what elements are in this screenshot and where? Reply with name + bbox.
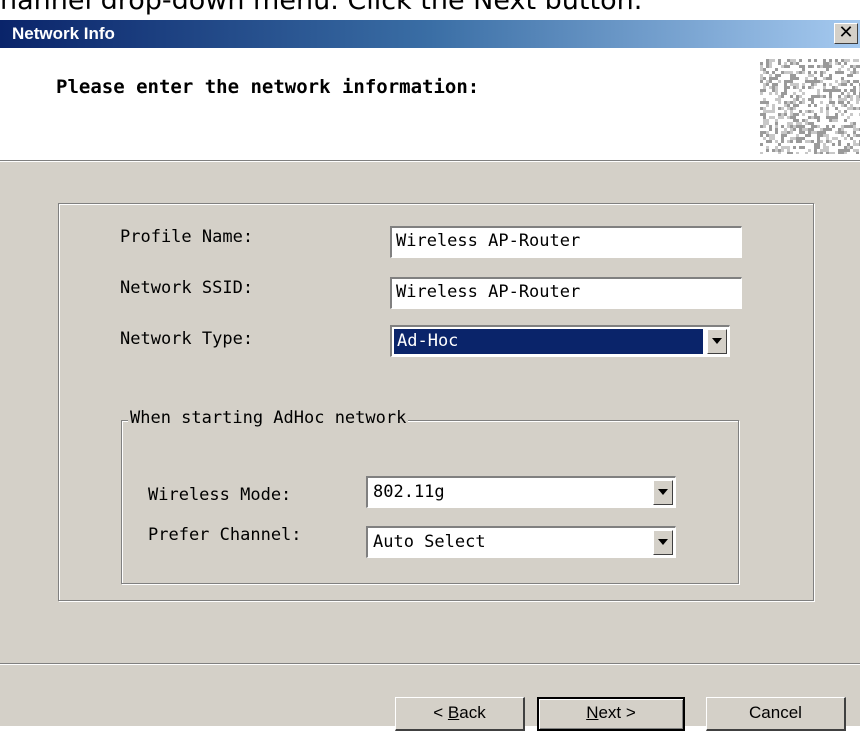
instruction-caption: hannel drop-down menu. Click the Next bu… (0, 0, 643, 16)
header-divider (0, 160, 860, 162)
wireless-mode-dropdown-button[interactable] (653, 480, 673, 505)
wireless-mode-value: 802.11g (373, 482, 445, 502)
network-type-value: Ad-Hoc (394, 329, 703, 354)
dialog-header: Please enter the network information: (0, 48, 860, 160)
header-instruction: Please enter the network information: (56, 76, 480, 98)
network-type-select[interactable]: Ad-Hoc (390, 325, 730, 357)
close-button[interactable]: ✕ (834, 23, 858, 44)
profile-name-input[interactable]: Wireless AP-Router (390, 226, 742, 258)
back-button-mnemonic: B (447, 703, 460, 722)
title-bar[interactable]: Network Info ✕ (0, 20, 860, 48)
prefer-channel-dropdown-button[interactable] (653, 530, 673, 555)
wireless-mode-select[interactable]: 802.11g (366, 476, 676, 508)
chevron-down-icon (712, 338, 722, 344)
close-icon: ✕ (838, 22, 854, 43)
next-button-mnemonic: N (586, 703, 599, 722)
footer-divider (0, 663, 860, 665)
network-type-label: Network Type: (120, 329, 254, 349)
chevron-down-icon (658, 539, 668, 545)
prefer-channel-value: Auto Select (373, 532, 486, 552)
wireless-mode-label: Wireless Mode: (148, 485, 292, 505)
back-button-label: ack (459, 703, 486, 722)
chevron-down-icon (658, 489, 668, 495)
prefer-channel-select[interactable]: Auto Select (366, 526, 676, 558)
network-ssid-input[interactable]: Wireless AP-Router (390, 277, 742, 309)
profile-name-label: Profile Name: (120, 227, 254, 247)
back-button-prefix: < (433, 703, 448, 722)
network-info-dialog: Network Info ✕ Please enter the network … (0, 20, 860, 731)
next-button-label: ext > (598, 703, 636, 722)
network-ssid-label: Network SSID: (120, 278, 254, 298)
prefer-channel-label: Prefer Channel: (148, 525, 302, 545)
network-type-dropdown-button[interactable] (707, 329, 727, 354)
noise-pattern-logo-icon (760, 59, 860, 154)
dialog-title: Network Info (12, 24, 115, 43)
adhoc-group-label: When starting AdHoc network (128, 408, 409, 428)
